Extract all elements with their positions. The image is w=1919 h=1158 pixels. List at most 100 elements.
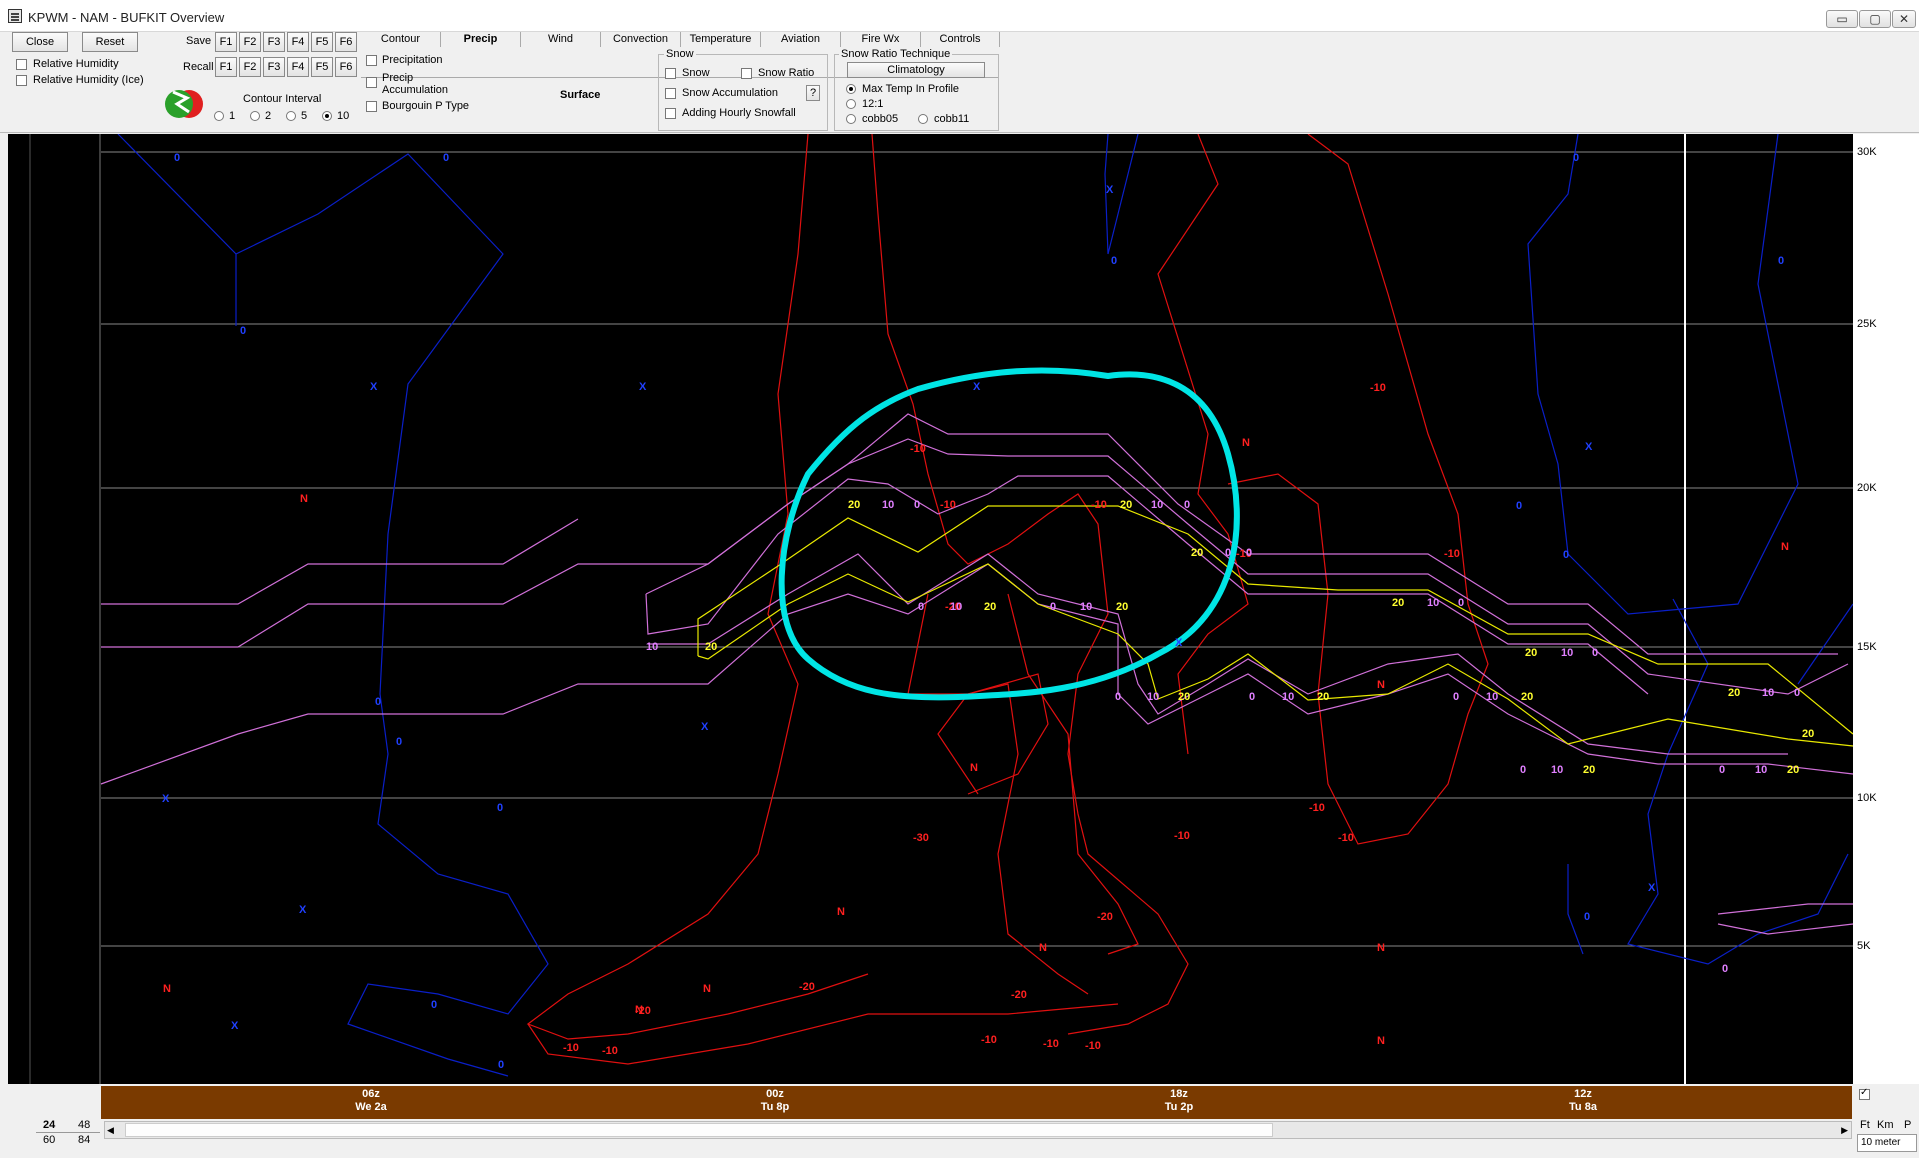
- cobb11-radio[interactable]: [918, 114, 928, 124]
- omega-label: 0: [497, 802, 503, 814]
- omega-label: 0: [1573, 152, 1579, 164]
- tab-wind[interactable]: Wind: [521, 32, 601, 47]
- max-temp-label: Max Temp In Profile: [862, 83, 960, 95]
- maximize-button[interactable]: ▢: [1859, 10, 1891, 28]
- unit-km-button[interactable]: Km: [1877, 1119, 1894, 1131]
- tab-temperature[interactable]: Temperature: [681, 32, 761, 47]
- snow-accumulation-checkbox[interactable]: [665, 88, 676, 99]
- omega-label: 0: [443, 152, 449, 164]
- contour-1-radio[interactable]: [214, 111, 224, 121]
- contour-10-radio[interactable]: [322, 111, 332, 121]
- snow-label: Snow: [682, 67, 710, 79]
- recall-f4-button[interactable]: F4: [287, 57, 309, 77]
- forecast-cross-section-plot[interactable]: 0 0 0 0 0 0 0 0 0 0 0 0 0 0 X X X X X X …: [8, 134, 1919, 1084]
- recall-f1-button[interactable]: F1: [215, 57, 237, 77]
- scrollbar-thumb[interactable]: [125, 1123, 1273, 1137]
- app-icon[interactable]: [8, 9, 22, 23]
- dgz-label: 20: [1116, 601, 1128, 613]
- rh-label: 0: [1794, 687, 1800, 699]
- snow-checkbox[interactable]: [665, 68, 676, 79]
- snow-group-title: Snow: [664, 48, 696, 60]
- rh-label: 10: [1755, 764, 1767, 776]
- time-scrollbar[interactable]: ◀ ▶: [104, 1121, 1852, 1139]
- unit-ft-button[interactable]: Ft: [1860, 1119, 1870, 1131]
- recall-label: Recall: [183, 61, 214, 73]
- tab-convection[interactable]: Convection: [601, 32, 681, 47]
- temp-label: -10: [1370, 382, 1386, 394]
- check-mark-icon: ✓: [1860, 1087, 1869, 1098]
- relative-humidity-ice-label: Relative Humidity (Ice): [33, 74, 144, 86]
- temp-label: -20: [1011, 989, 1027, 1001]
- climatology-button[interactable]: Climatology: [847, 62, 985, 78]
- rh-contours: [100, 413, 1854, 935]
- rh-label: 0: [1249, 691, 1255, 703]
- precipitation-checkbox[interactable]: [366, 55, 377, 66]
- dgz-label: 20: [984, 601, 996, 613]
- dgz-label: 20: [1120, 499, 1132, 511]
- snow-ratio-technique-title: Snow Ratio Technique: [839, 48, 953, 60]
- recall-f3-button[interactable]: F3: [263, 57, 285, 77]
- hours-84-button[interactable]: 84: [78, 1134, 90, 1146]
- tab-contour[interactable]: Contour: [361, 32, 441, 47]
- save-f1-button[interactable]: F1: [215, 32, 237, 52]
- close-window-button[interactable]: ✕: [1892, 10, 1916, 28]
- save-f4-button[interactable]: F4: [287, 32, 309, 52]
- rh-label: 10: [1147, 691, 1159, 703]
- contour-5-radio[interactable]: [286, 111, 296, 121]
- save-f2-button[interactable]: F2: [239, 32, 261, 52]
- n-marker: N: [1377, 942, 1385, 954]
- omega-label: 0: [498, 1059, 504, 1071]
- time-label-bottom: Tu 2p: [1164, 1101, 1194, 1113]
- omega-label: 0: [375, 696, 381, 708]
- tab-fire-wx[interactable]: Fire Wx: [841, 32, 921, 47]
- cobb05-radio[interactable]: [846, 114, 856, 124]
- level-select[interactable]: 10 meter: [1857, 1134, 1917, 1152]
- bourgouin-checkbox[interactable]: [366, 101, 377, 112]
- dgz-label: 20: [848, 499, 860, 511]
- hours-24-button[interactable]: 24: [43, 1119, 55, 1131]
- dgz-label: 20: [1521, 691, 1533, 703]
- temp-label: -10: [1444, 548, 1460, 560]
- hours-48-button[interactable]: 48: [78, 1119, 90, 1131]
- contour-2-radio[interactable]: [250, 111, 260, 121]
- rh-label: 10: [1551, 764, 1563, 776]
- rh-label: 0: [1592, 647, 1598, 659]
- ratio-12-radio[interactable]: [846, 99, 856, 109]
- save-f3-button[interactable]: F3: [263, 32, 285, 52]
- rh-label: 0: [1115, 691, 1121, 703]
- help-button[interactable]: ?: [806, 85, 820, 101]
- recall-f2-button[interactable]: F2: [239, 57, 261, 77]
- minimize-button[interactable]: ▭: [1826, 10, 1858, 28]
- time-label-tu-8a: 12z Tu 8a: [1543, 1088, 1623, 1114]
- snow-ratio-checkbox[interactable]: [741, 68, 752, 79]
- precip-accumulation-label-2: Accumulation: [382, 84, 449, 96]
- reset-button[interactable]: Reset: [82, 32, 138, 52]
- rh-label: 10: [950, 601, 962, 613]
- contour-2-label: 2: [265, 110, 272, 122]
- relative-humidity-checkbox[interactable]: [16, 59, 27, 70]
- surface-label: Surface: [560, 89, 601, 101]
- scroll-left-icon[interactable]: ◀: [107, 1125, 114, 1136]
- adding-hourly-checkbox[interactable]: [665, 108, 676, 119]
- tab-aviation[interactable]: Aviation: [761, 32, 841, 47]
- contour-1-label: 1: [229, 110, 236, 122]
- tab-controls[interactable]: Controls: [921, 32, 1000, 47]
- save-f5-button[interactable]: F5: [311, 32, 333, 52]
- n-marker: N: [1377, 679, 1385, 691]
- close-button[interactable]: Close: [12, 32, 68, 52]
- unit-p-button[interactable]: P: [1904, 1119, 1911, 1131]
- hours-60-button[interactable]: 60: [43, 1134, 55, 1146]
- precip-accumulation-checkbox[interactable]: [366, 77, 377, 88]
- relative-humidity-ice-checkbox[interactable]: [16, 75, 27, 86]
- temp-label: -30: [913, 832, 929, 844]
- scroll-right-icon[interactable]: ▶: [1841, 1125, 1848, 1136]
- snow-ratio-label: Snow Ratio: [758, 67, 815, 79]
- recall-f6-button[interactable]: F6: [335, 57, 357, 77]
- recall-f5-button[interactable]: F5: [311, 57, 333, 77]
- toolbar: Close Reset Relative Humidity Relative H…: [0, 32, 1919, 133]
- time-label-bottom: Tu 8a: [1569, 1101, 1597, 1113]
- save-f6-button[interactable]: F6: [335, 32, 357, 52]
- tab-precip[interactable]: Precip: [441, 32, 521, 47]
- annotation-circle: [778, 367, 1240, 701]
- max-temp-radio[interactable]: [846, 84, 856, 94]
